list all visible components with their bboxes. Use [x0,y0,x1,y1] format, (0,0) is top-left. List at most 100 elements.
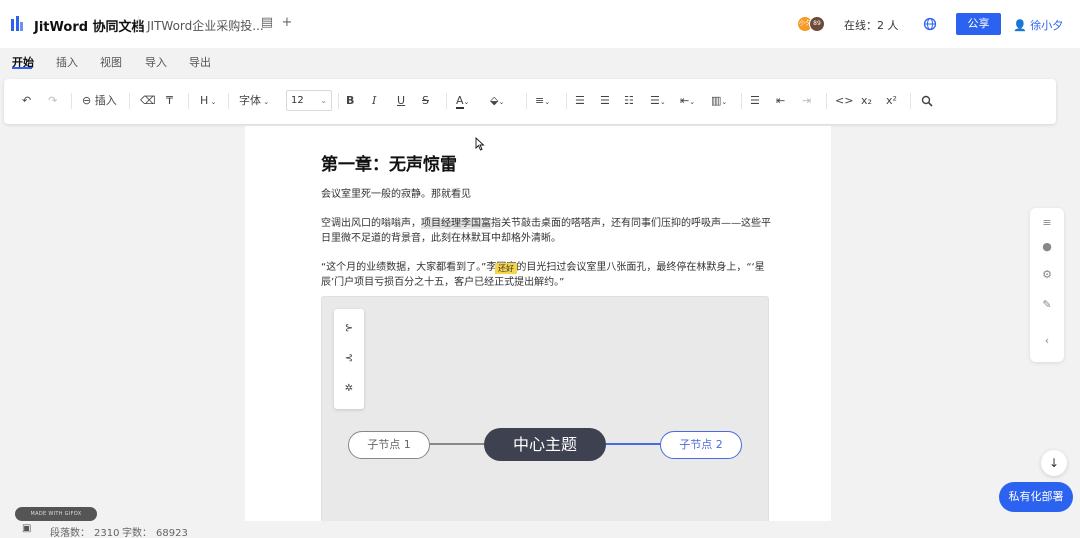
strikethrough-button[interactable]: S [422,94,429,108]
add-child-node-icon[interactable]: ⊰ [341,351,357,367]
history-icon[interactable]: ● [1040,240,1054,254]
avatar[interactable]: 89 [809,16,825,32]
highlighted-text[interactable]: 项目经理李国富 [421,218,491,229]
paragraph-text: 空调出风口的嗡嗡声， [321,218,421,229]
chevron-down-icon: ⌄ [320,96,327,105]
line-height-dropdown[interactable]: ☰⌄ [650,94,666,108]
italic-button[interactable]: I [372,94,376,108]
toolbar-separator [228,93,229,109]
mindmap-child-node[interactable]: 子节点 2 [660,431,742,459]
toolbar-separator [826,93,827,109]
layout-icon[interactable]: ✲ [341,381,357,397]
document-title[interactable]: JITWord企业采购投... [147,17,264,34]
paragraph-count: 段落数： 2310 [50,524,119,538]
align-left-icon: ≡ [535,94,545,107]
paragraph-count-value: 2310 [94,528,120,538]
add-tab-icon[interactable]: + [280,16,294,30]
toolbar-separator [129,93,130,109]
share-button[interactable]: 公享 [956,13,1001,35]
tab-insert[interactable]: 插入 [56,54,78,70]
indent-dropdown[interactable]: ⇤⌄ [680,94,695,108]
app-header: JitWord 协同文档 JITWord企业采购投... ▤ + 小夕 89 在… [0,0,1080,48]
bullet-list-icon[interactable]: ☰ [575,94,585,108]
jitword-logo-icon [11,16,23,31]
chevron-down-icon: ⌄ [261,98,270,106]
menu-lines-icon[interactable]: ≡ [1040,216,1054,230]
header-divider [138,16,139,32]
subscript-button[interactable]: x₂ [861,94,872,108]
chapter-heading[interactable]: 第一章：无声惊雷 [321,150,457,175]
font-label: 字体 [239,94,261,107]
mindmap-toolbar: ⊱ ⊰ ✲ [334,309,364,409]
scroll-down-button[interactable]: ↓ [1041,450,1067,476]
chevron-down-icon: ⌄ [463,98,470,106]
search-icon[interactable] [921,94,933,108]
chevron-down-icon: ⌄ [659,98,666,106]
format-painter-icon[interactable]: ₸ [166,94,173,108]
pen-icon[interactable]: ✎ [1040,298,1054,312]
font-color-button[interactable]: A⌄ [456,94,470,109]
document-page[interactable]: 第一章：无声惊雷 会议室里死一般的寂静。那就看见 空调出风口的嗡嗡声，项目经理李… [245,126,831,526]
chevron-down-icon: ⌄ [498,98,505,106]
toolbar-separator [741,93,742,109]
globe-icon[interactable] [923,17,937,31]
code-button[interactable]: <> [835,94,853,108]
tab-view[interactable]: 视图 [100,54,122,70]
arrow-down-icon: ↓ [1048,456,1060,470]
user-name: 徐小夕 [1030,19,1064,32]
paragraph[interactable]: 会议室里死一般的寂静。那就看见 [321,187,771,202]
chevron-down-icon: ⌄ [721,98,728,106]
insert-plus-icon: ⊖ [82,94,92,107]
redo-icon[interactable]: ↷ [48,94,57,108]
document-icon: ▣ [22,523,32,534]
align-dropdown[interactable]: ≡⌄ [535,94,550,108]
comment-tag[interactable]: 还好 [495,263,517,274]
user-menu[interactable]: 👤 徐小夕 [1013,17,1063,33]
app-title: JitWord 协同文档 [34,20,145,35]
underline-button[interactable]: U [397,94,405,108]
font-size-select[interactable]: 12 ⌄ [286,90,332,111]
toolbar-separator [71,93,72,109]
outdent-icon[interactable]: ⇤ [776,94,785,108]
eraser-icon[interactable]: ⌫ [140,94,156,108]
gear-icon[interactable]: ⚙ [1040,268,1054,282]
paragraph-dropdown[interactable]: ▥⌄ [711,94,727,108]
highlight-color-button[interactable]: ⬙⌄ [490,94,504,108]
char-count-label: 字数： [122,528,152,538]
private-deploy-button[interactable]: 私有化部署 [999,482,1073,512]
outline-icon[interactable]: ▤ [260,16,274,30]
tab-export[interactable]: 导出 [189,54,211,70]
superscript-button[interactable]: x² [886,94,897,108]
char-count-value: 68923 [156,528,188,538]
table-icon[interactable]: ☰ [750,94,760,108]
toolbar-separator [910,93,911,109]
chevron-down-icon: ⌄ [689,98,696,106]
paragraph[interactable]: 空调出风口的嗡嗡声，项目经理李国富指关节敲击桌面的嗒嗒声，还有同事们压抑的呼吸声… [321,216,771,246]
collaborator-avatars[interactable]: 小夕 89 [797,16,827,32]
indent-icon[interactable]: ⇥ [802,94,811,108]
paragraph[interactable]: “这个月的业绩数据，大家都看到了。”李国富的目光扫过会议室里八张面孔，最终停在林… [321,260,771,290]
ordered-list-icon[interactable]: ☰ [600,94,610,108]
char-count: 字数： 68923 [122,524,188,538]
bold-button[interactable]: B [346,94,354,108]
mindmap-block[interactable]: ⊱ ⊰ ✲ 子节点 1 中心主题 子节点 2 [321,296,769,526]
side-tool-panel: ≡ ● ⚙ ✎ ‹ [1030,208,1064,362]
font-family-dropdown[interactable]: 字体 ⌄ [239,94,269,108]
mindmap-child-node[interactable]: 子节点 1 [348,431,430,459]
undo-icon[interactable]: ↶ [22,94,31,108]
collapse-icon[interactable]: ‹ [1040,334,1054,348]
toolbar-separator [566,93,567,109]
font-size-value: 12 [291,95,304,106]
insert-menu-button[interactable]: ⊖ 插入 [82,94,117,108]
mindmap-center-node[interactable]: 中心主题 [484,428,606,461]
toolbar-separator [188,93,189,109]
menu-bar: 开始 插入 视图 导入 导出 [0,48,1080,76]
toolbar-separator [338,93,339,109]
tab-import[interactable]: 导入 [145,54,167,70]
heading-dropdown[interactable]: H ⌄ [200,94,216,108]
active-tab-indicator [12,67,32,69]
add-sibling-node-icon[interactable]: ⊱ [341,321,357,337]
toolbar-separator [446,93,447,109]
font-color-icon: A [456,94,464,109]
task-list-icon[interactable]: ☷ [624,94,634,108]
